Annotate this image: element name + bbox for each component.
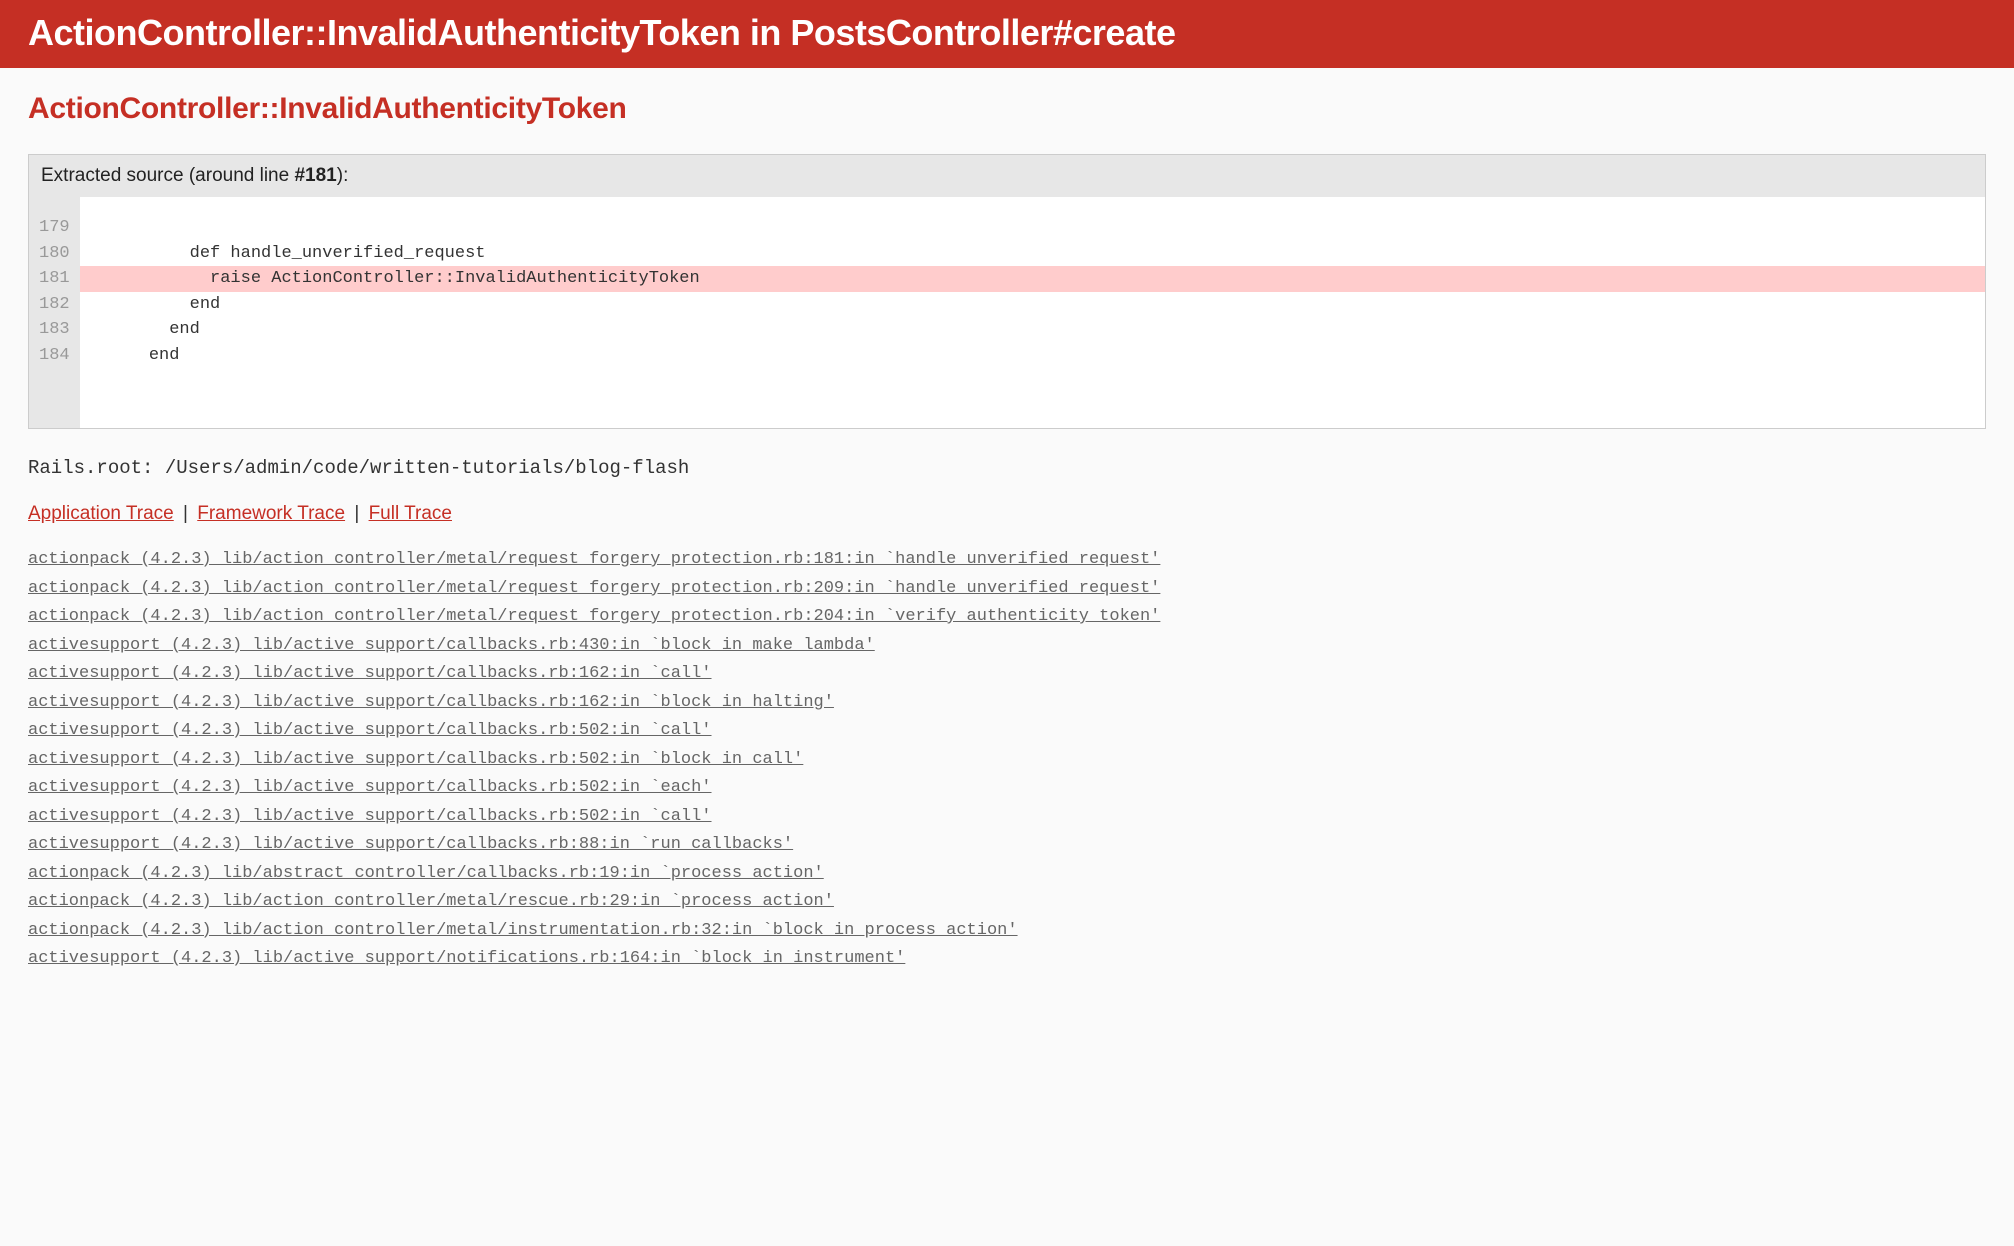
trace-line[interactable]: activesupport (4.2.3) lib/active_support… [28,690,1986,716]
full-trace-link[interactable]: Full Trace [369,503,452,524]
code-line: end [80,343,1985,369]
code-line [80,215,1985,241]
code-lines: def handle_unverified_request raise Acti… [80,197,1985,428]
code-wrapper: 179180181182183184 def handle_unverified… [29,197,1985,428]
error-container: ActionController::InvalidAuthenticityTok… [0,92,2014,972]
trace-line[interactable]: activesupport (4.2.3) lib/active_support… [28,747,1986,773]
trace-line[interactable]: activesupport (4.2.3) lib/active_support… [28,718,1986,744]
trace-line[interactable]: activesupport (4.2.3) lib/active_support… [28,661,1986,687]
rails-root-path: Rails.root: /Users/admin/code/written-tu… [28,457,1986,479]
trace-line[interactable]: actionpack (4.2.3) lib/action_controller… [28,547,1986,573]
trace-line[interactable]: activesupport (4.2.3) lib/active_support… [28,946,1986,972]
source-header-suffix: ): [337,165,349,186]
trace-tabs: Application Trace | Framework Trace | Fu… [28,503,1986,525]
trace-line[interactable]: activesupport (4.2.3) lib/active_support… [28,832,1986,858]
source-header-prefix: Extracted source (around line [41,165,294,186]
code-line: raise ActionController::InvalidAuthentic… [80,266,1985,292]
framework-trace-link[interactable]: Framework Trace [197,503,345,524]
exception-title: ActionController::InvalidAuthenticityTok… [28,92,1986,126]
extracted-source-header: Extracted source (around line #181): [29,155,1985,197]
source-header-line: #181 [294,165,336,186]
line-numbers-gutter: 179180181182183184 [29,197,80,428]
trace-line[interactable]: actionpack (4.2.3) lib/action_controller… [28,604,1986,630]
code-line: def handle_unverified_request [80,241,1985,267]
code-line: end [80,292,1985,318]
stack-trace-list: actionpack (4.2.3) lib/action_controller… [28,547,1986,972]
trace-line[interactable]: actionpack (4.2.3) lib/abstract_controll… [28,861,1986,887]
trace-line[interactable]: actionpack (4.2.3) lib/action_controller… [28,576,1986,602]
line-number: 180 [39,241,70,267]
trace-line[interactable]: actionpack (4.2.3) lib/action_controller… [28,918,1986,944]
code-line: end [80,317,1985,343]
line-number: 182 [39,292,70,318]
error-header: ActionController::InvalidAuthenticityTok… [0,0,2014,68]
extracted-source-box: Extracted source (around line #181): 179… [28,154,1986,429]
trace-line[interactable]: activesupport (4.2.3) lib/active_support… [28,775,1986,801]
trace-separator: | [354,503,359,524]
line-number: 183 [39,317,70,343]
trace-line[interactable]: actionpack (4.2.3) lib/action_controller… [28,889,1986,915]
trace-line[interactable]: activesupport (4.2.3) lib/active_support… [28,633,1986,659]
line-number: 181 [39,266,70,292]
line-number: 179 [39,215,70,241]
page-title: ActionController::InvalidAuthenticityTok… [28,12,1986,54]
application-trace-link[interactable]: Application Trace [28,503,174,524]
trace-separator: | [183,503,188,524]
line-number: 184 [39,343,70,369]
trace-line[interactable]: activesupport (4.2.3) lib/active_support… [28,804,1986,830]
